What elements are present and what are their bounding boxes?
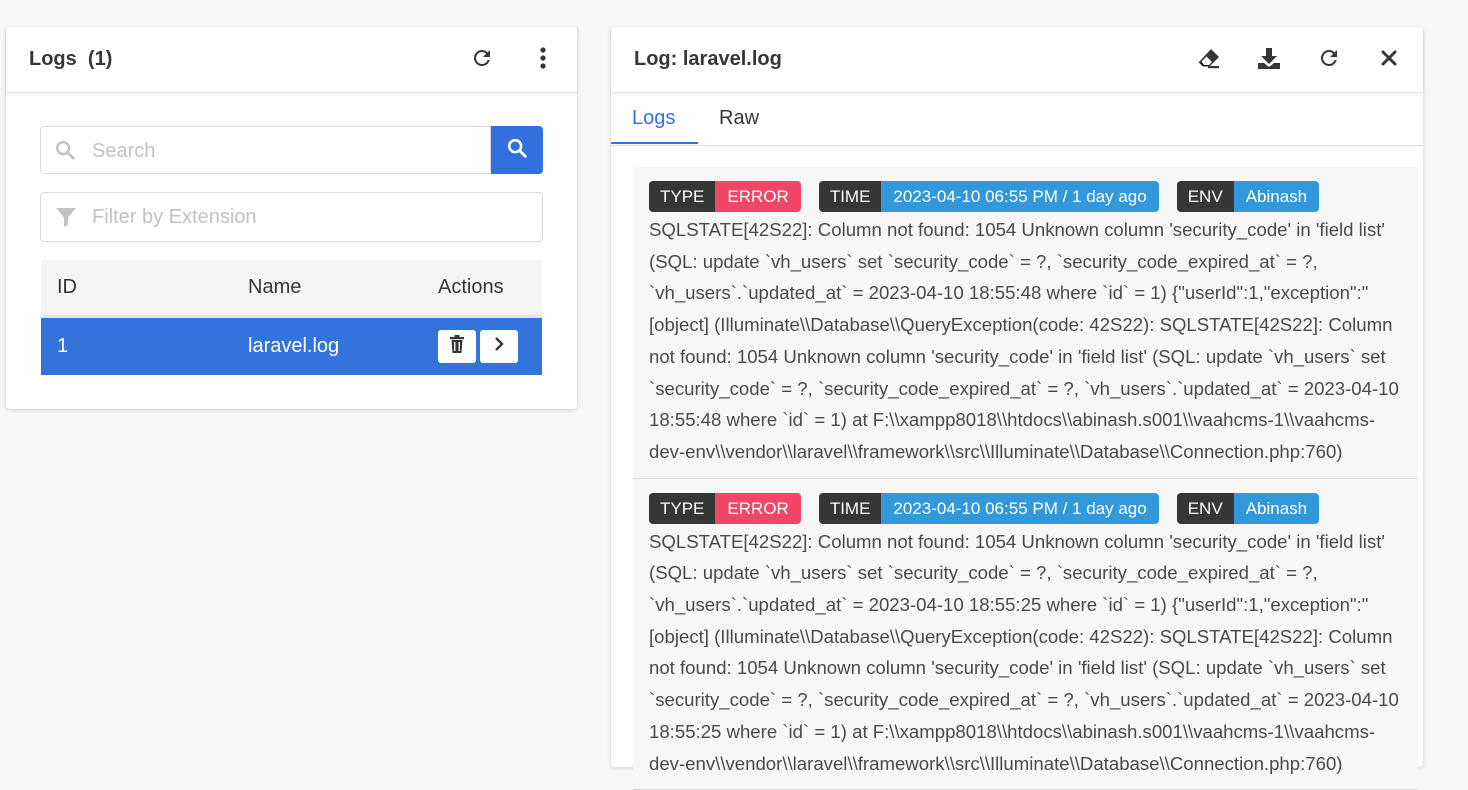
- logs-list-card: Logs (1) ID Name: [6, 27, 577, 409]
- tag-value: Abinash: [1233, 181, 1320, 212]
- download-icon[interactable]: [1256, 45, 1282, 71]
- cell-actions: [438, 316, 542, 375]
- open-log-button[interactable]: [480, 330, 518, 363]
- log-entries: TYPE ERROR TIME 2023-04-10 06:55 PM / 1 …: [633, 167, 1418, 790]
- log-viewer-card: Log: laravel.log Logs Raw TYPE ERROR TIM…: [611, 27, 1423, 790]
- tag-key: TYPE: [649, 181, 716, 212]
- tag-key: ENV: [1176, 492, 1234, 524]
- tag-key: TIME: [818, 492, 882, 524]
- filter-icon: [54, 205, 78, 234]
- logs-list-title: Logs (1): [29, 48, 112, 71]
- table-header-row: ID Name Actions: [41, 260, 542, 318]
- log-message: SQLSTATE[42S22]: Column not found: 1054 …: [649, 219, 1399, 462]
- type-tag: TYPE ERROR: [649, 492, 801, 524]
- column-header-actions: Actions: [438, 260, 542, 318]
- tag-key: TIME: [818, 181, 882, 212]
- search-field[interactable]: [40, 126, 491, 174]
- time-tag: TIME 2023-04-10 06:55 PM / 1 day ago: [818, 181, 1159, 212]
- column-header-id: ID: [41, 260, 248, 318]
- tag-value: ERROR: [715, 181, 801, 212]
- env-tag: ENV Abinash: [1176, 181, 1320, 212]
- type-tag: TYPE ERROR: [649, 181, 801, 212]
- log-entry: TYPE ERROR TIME 2023-04-10 06:55 PM / 1 …: [633, 479, 1418, 790]
- logs-table: ID Name Actions 1 laravel.log: [41, 260, 542, 375]
- time-tag: TIME 2023-04-10 06:55 PM / 1 day ago: [818, 492, 1159, 524]
- search-icon: [506, 137, 528, 164]
- filter-extension-input[interactable]: [90, 205, 474, 230]
- tag-value: 2023-04-10 06:55 PM / 1 day ago: [881, 492, 1159, 524]
- refresh-icon[interactable]: [469, 45, 495, 71]
- more-vertical-icon[interactable]: [530, 45, 556, 71]
- tag-key: ENV: [1176, 181, 1234, 212]
- trash-icon: [449, 334, 465, 359]
- eraser-icon[interactable]: [1196, 45, 1222, 71]
- tab-logs[interactable]: Logs: [632, 107, 675, 130]
- close-icon[interactable]: [1376, 45, 1402, 71]
- env-tag: ENV Abinash: [1176, 492, 1320, 524]
- chevron-right-icon: [493, 335, 505, 358]
- logs-count: (1): [87, 48, 113, 70]
- tab-raw[interactable]: Raw: [719, 107, 759, 130]
- active-tab-indicator: [611, 142, 698, 144]
- log-message: SQLSTATE[42S22]: Column not found: 1054 …: [649, 530, 1399, 774]
- search-input[interactable]: [90, 139, 474, 164]
- search-button[interactable]: [491, 126, 543, 174]
- log-viewer-title: Log: laravel.log: [634, 48, 782, 70]
- filter-field[interactable]: [40, 192, 543, 242]
- tag-value: 2023-04-10 06:55 PM / 1 day ago: [881, 181, 1159, 212]
- logs-list-header: Logs (1): [6, 27, 577, 93]
- cell-name[interactable]: laravel.log: [248, 316, 438, 375]
- tag-key: TYPE: [649, 492, 716, 524]
- search-icon: [54, 139, 76, 166]
- tag-value: Abinash: [1233, 492, 1320, 524]
- tag-value: ERROR: [715, 492, 801, 524]
- entry-tags: TYPE ERROR TIME 2023-04-10 06:55 PM / 1 …: [649, 181, 1402, 212]
- cell-id: 1: [41, 316, 248, 375]
- log-viewer-header: Log: laravel.log: [611, 27, 1423, 93]
- table-row[interactable]: 1 laravel.log: [41, 316, 542, 375]
- column-header-name: Name: [248, 260, 438, 318]
- log-entry: TYPE ERROR TIME 2023-04-10 06:55 PM / 1 …: [633, 167, 1418, 479]
- entry-tags: TYPE ERROR TIME 2023-04-10 06:55 PM / 1 …: [649, 492, 1402, 524]
- delete-button[interactable]: [438, 330, 476, 363]
- logs-title-text: Logs: [29, 48, 77, 70]
- log-tabs: Logs Raw: [611, 93, 1423, 146]
- refresh-icon[interactable]: [1316, 45, 1342, 71]
- search-group: [40, 126, 543, 174]
